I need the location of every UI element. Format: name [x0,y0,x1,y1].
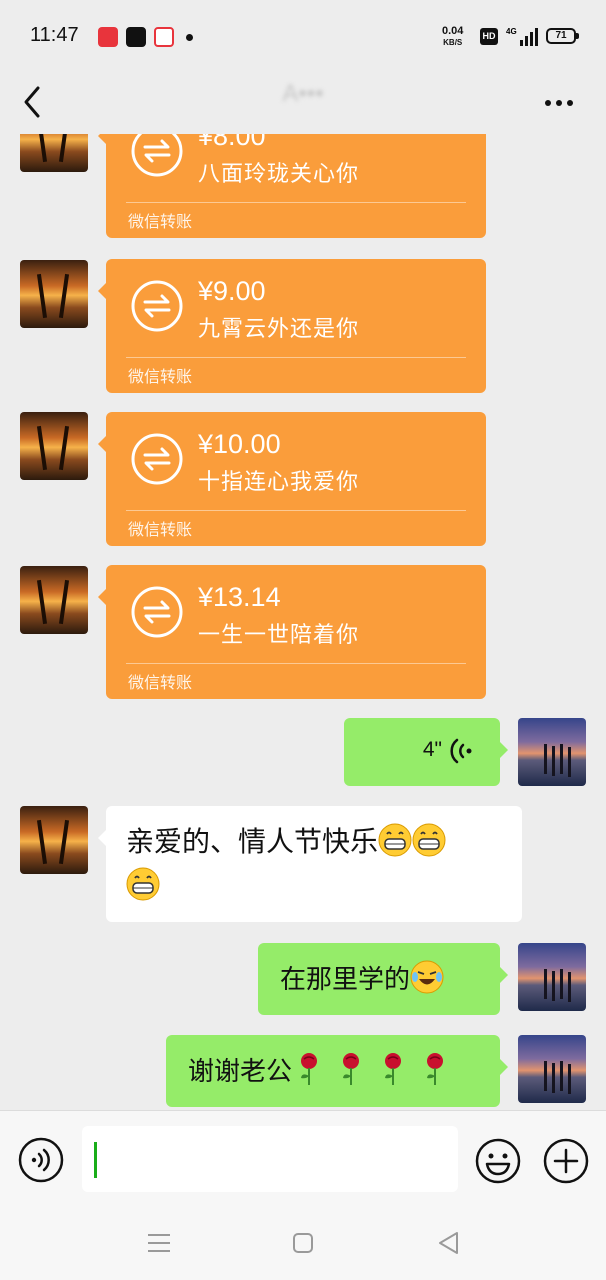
transfer-amount: ¥9.00 [198,276,266,306]
my-avatar[interactable] [518,1035,586,1103]
grinning-face-icon [378,823,412,857]
chat-messages[interactable]: ¥8.00 八面玲珑关心你 微信转账 ¥9.00 九霄云外还是你 微信转账 ¥1… [0,134,606,1110]
menu-icon[interactable] [146,1232,172,1254]
rose-icon [385,1053,402,1085]
divider [126,510,466,511]
chat-header: A••• [0,72,606,134]
home-icon[interactable] [292,1232,314,1254]
transfer-label: 微信转账 [128,367,193,386]
text-caret [94,1142,97,1178]
message-text: 在那里学的 [280,965,411,995]
my-avatar[interactable] [518,943,586,1011]
message-input[interactable] [82,1126,458,1192]
hd-icon: HD [480,28,498,45]
transfer-message[interactable]: ¥9.00 九霄云外还是你 微信转账 [98,259,486,393]
network-type-label: 4G [506,27,517,36]
network-speed-unit: KB/S [443,38,463,47]
contact-avatar[interactable] [20,412,88,480]
rose-icon [343,1053,360,1085]
voice-wave-icon [450,738,472,764]
more-horizontal-icon[interactable] [540,88,578,118]
voice-duration: 4" [422,738,442,761]
voice-input-icon[interactable] [18,1137,64,1183]
network-speed: 0.04 KB/S [442,26,463,48]
transfer-message[interactable]: ¥8.00 八面玲珑关心你 微信转账 [98,134,486,238]
my-avatar[interactable] [518,718,586,786]
divider [126,663,466,664]
divider [126,202,466,203]
contact-avatar[interactable] [20,806,88,874]
status-bar: 11:47 0.04 KB/S HD 4G 71 [0,0,606,72]
input-bar [0,1110,606,1208]
rose-icon [427,1053,444,1085]
divider [126,357,466,358]
contact-avatar[interactable] [20,566,88,634]
rose-icon [301,1053,318,1085]
transfer-message[interactable]: ¥10.00 十指连心我爱你 微信转账 [98,412,486,546]
transfer-note: 八面玲珑关心你 [198,162,360,187]
app-notification-icon [98,27,118,47]
transfer-arrows-icon [131,280,183,332]
voice-message[interactable]: 4" [344,718,508,786]
transfer-arrows-icon [131,433,183,485]
transfer-arrows-icon [131,134,183,177]
system-nav-bar [0,1208,606,1280]
emoji-icon[interactable] [474,1137,522,1185]
message-text: 亲爱的、情人节快乐 [126,825,379,858]
transfer-amount: ¥13.14 [198,582,281,612]
transfer-amount: ¥8.00 [198,134,266,151]
transfer-label: 微信转账 [128,673,193,692]
back-triangle-icon[interactable] [436,1230,460,1256]
text-message[interactable]: 在那里学的 [258,943,508,1015]
message-text: 谢谢老公 [188,1057,293,1087]
transfer-note: 一生一世陪着你 [198,623,360,648]
app-notification-icon [154,27,174,47]
contact-avatar[interactable] [20,260,88,328]
contact-avatar[interactable] [20,134,88,172]
grinning-face-icon [412,823,446,857]
transfer-message[interactable]: ¥13.14 一生一世陪着你 微信转账 [98,565,486,699]
transfer-label: 微信转账 [128,520,193,539]
chat-title: A••• [282,80,324,107]
battery-icon: 71 [546,28,579,44]
transfer-note: 九霄云外还是你 [198,317,360,342]
status-time: 11:47 [30,24,79,46]
network-speed-value: 0.04 [442,25,464,37]
text-message[interactable]: 谢谢老公 [166,1035,508,1107]
plus-icon[interactable] [542,1137,590,1185]
tears-of-joy-icon [410,960,444,994]
signal-icon: 4G [506,27,538,46]
transfer-arrows-icon [131,586,183,638]
more-notifications-dot [186,34,193,41]
text-message[interactable]: 亲爱的、情人节快乐 [98,806,522,922]
transfer-note: 十指连心我爱你 [198,470,360,495]
transfer-label: 微信转账 [128,212,193,231]
grinning-face-icon [126,867,160,901]
douyin-notification-icon [126,27,146,47]
transfer-amount: ¥10.00 [198,429,281,459]
